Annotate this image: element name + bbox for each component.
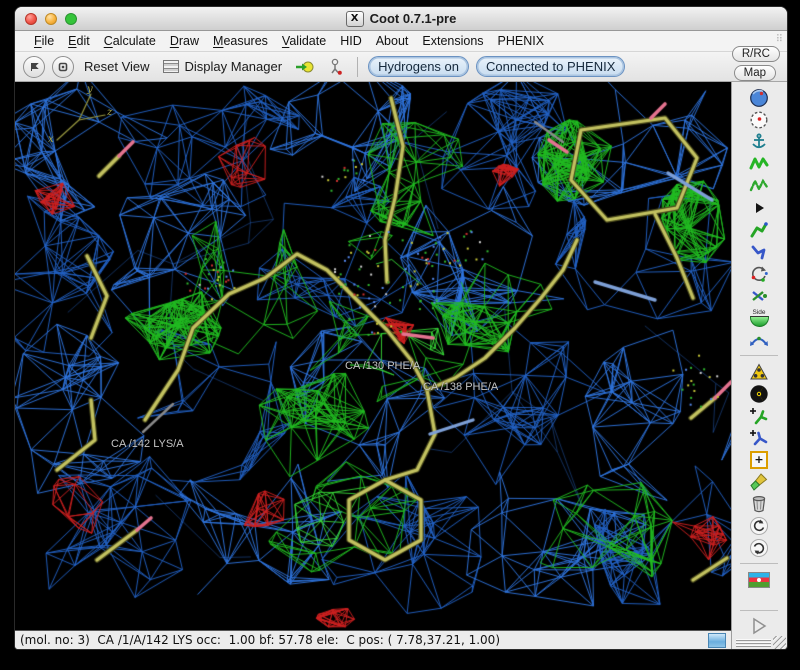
- menu-draw[interactable]: Draw: [163, 32, 206, 50]
- add-terminal-residue-icon[interactable]: [746, 405, 772, 426]
- view-sphere-icon[interactable]: [746, 87, 772, 108]
- menu-measures[interactable]: Measures: [206, 32, 275, 50]
- right-toolbar-separator: [740, 355, 778, 356]
- display-manager-label: Display Manager: [185, 59, 283, 74]
- right-toolbar-separator: [740, 563, 778, 564]
- right-toolbar: Side: [731, 82, 786, 649]
- run-script-icon[interactable]: [746, 615, 772, 636]
- ligand-builder-flag-icon[interactable]: [746, 569, 772, 590]
- jiggle-fit-icon[interactable]: [746, 329, 772, 350]
- reset-view-button[interactable]: Reset View: [81, 57, 153, 76]
- atom-label-phe130: CA /130 PHE/A: [345, 360, 420, 372]
- map-button[interactable]: Map: [734, 65, 776, 81]
- flip-peptide-icon[interactable]: [746, 285, 772, 306]
- gl-viewport-wrap: y x z CA /130 PHE/A CA /138 PHE/A CA /14…: [15, 82, 731, 630]
- status-bar: (mol. no: 3) CA /1/A/142 LYS occ: 1.00 b…: [15, 630, 731, 649]
- axis-z-label: z: [107, 107, 112, 118]
- atom-label-phe138: CA /138 PHE/A: [423, 381, 498, 393]
- close-window-button[interactable]: [25, 13, 37, 25]
- layers-icon: [163, 60, 179, 73]
- run-refinement-icon[interactable]: [746, 197, 772, 218]
- title-bar[interactable]: Coot 0.7.1-pre: [15, 7, 787, 31]
- window-title: Coot 0.7.1-pre: [370, 11, 457, 26]
- simple-mutate-brush-icon[interactable]: [746, 471, 772, 492]
- menu-phenix[interactable]: PHENIX: [491, 32, 552, 50]
- undo-icon[interactable]: [746, 515, 772, 536]
- redo-icon[interactable]: [746, 537, 772, 558]
- status-text: (mol. no: 3) CA /1/A/142 LYS occ: 1.00 b…: [20, 633, 500, 647]
- zoom-window-button[interactable]: [65, 13, 77, 25]
- real-space-refine-icon[interactable]: [746, 153, 772, 174]
- menubar-grip[interactable]: [776, 34, 782, 45]
- main-area: y x z CA /130 PHE/A CA /138 PHE/A CA /14…: [15, 82, 787, 649]
- menu-extensions[interactable]: Extensions: [415, 32, 490, 50]
- molecule-figure-icon: [327, 58, 344, 75]
- desktop: Coot 0.7.1-pre File Edit Calculate Draw …: [0, 0, 800, 670]
- x11-icon: [346, 11, 364, 27]
- menu-edit[interactable]: Edit: [61, 32, 97, 50]
- main-toolbar: Reset View Display Manager: [15, 52, 787, 82]
- go-to-atom-button[interactable]: [292, 58, 317, 76]
- stop-view-button[interactable]: [52, 56, 74, 78]
- hydrogens-toggle-button[interactable]: Hydrogens on: [368, 56, 469, 77]
- recenter-icon[interactable]: [746, 109, 772, 130]
- phenix-connection-button[interactable]: Connected to PHENIX: [476, 56, 625, 77]
- add-atom-icon[interactable]: [746, 427, 772, 448]
- square-icon: [56, 60, 70, 74]
- auto-fit-rotamer-icon[interactable]: [746, 219, 772, 240]
- previous-view-button[interactable]: [23, 56, 45, 78]
- display-manager-button[interactable]: Display Manager: [160, 57, 286, 76]
- menu-about[interactable]: About: [369, 32, 416, 50]
- axis-x-label: x: [48, 134, 54, 145]
- app-window: Coot 0.7.1-pre File Edit Calculate Draw …: [14, 6, 788, 650]
- rrc-button[interactable]: R/RC: [732, 46, 780, 62]
- reset-view-label: Reset View: [84, 59, 150, 74]
- flag-icon: [27, 60, 41, 74]
- statusbar-lines: [736, 639, 771, 647]
- atom-info-button[interactable]: [324, 56, 347, 77]
- menu-hid[interactable]: HID: [333, 32, 369, 50]
- window-controls: [25, 7, 77, 30]
- pepflip-warning-icon[interactable]: [746, 361, 772, 382]
- menu-calculate[interactable]: Calculate: [97, 32, 163, 50]
- edit-chi-angles-icon[interactable]: [746, 263, 772, 284]
- toolbar-separator: [357, 57, 358, 77]
- window-resize-grip[interactable]: [773, 636, 786, 649]
- pivot-anchor-icon[interactable]: [746, 131, 772, 152]
- delete-icon[interactable]: [746, 493, 772, 514]
- rotamers-icon[interactable]: [746, 241, 772, 262]
- side-chain-180-icon[interactable]: Side: [746, 307, 772, 328]
- right-toolbar-separator: [740, 610, 778, 611]
- add-alt-conf-icon[interactable]: [746, 383, 772, 404]
- menu-bar: File Edit Calculate Draw Measures Valida…: [15, 31, 787, 52]
- atom-label-lys142: CA /142 LYS/A: [111, 438, 184, 450]
- gl-viewport[interactable]: [15, 82, 731, 630]
- menu-validate[interactable]: Validate: [275, 32, 333, 50]
- place-atom-box-icon[interactable]: [746, 449, 772, 470]
- minimize-window-button[interactable]: [45, 13, 57, 25]
- regularize-icon[interactable]: [746, 175, 772, 196]
- menu-file[interactable]: File: [27, 32, 61, 50]
- axis-y-label: y: [87, 84, 93, 95]
- status-scale-thumb[interactable]: [708, 633, 726, 648]
- go-to-atom-icon: [295, 60, 314, 74]
